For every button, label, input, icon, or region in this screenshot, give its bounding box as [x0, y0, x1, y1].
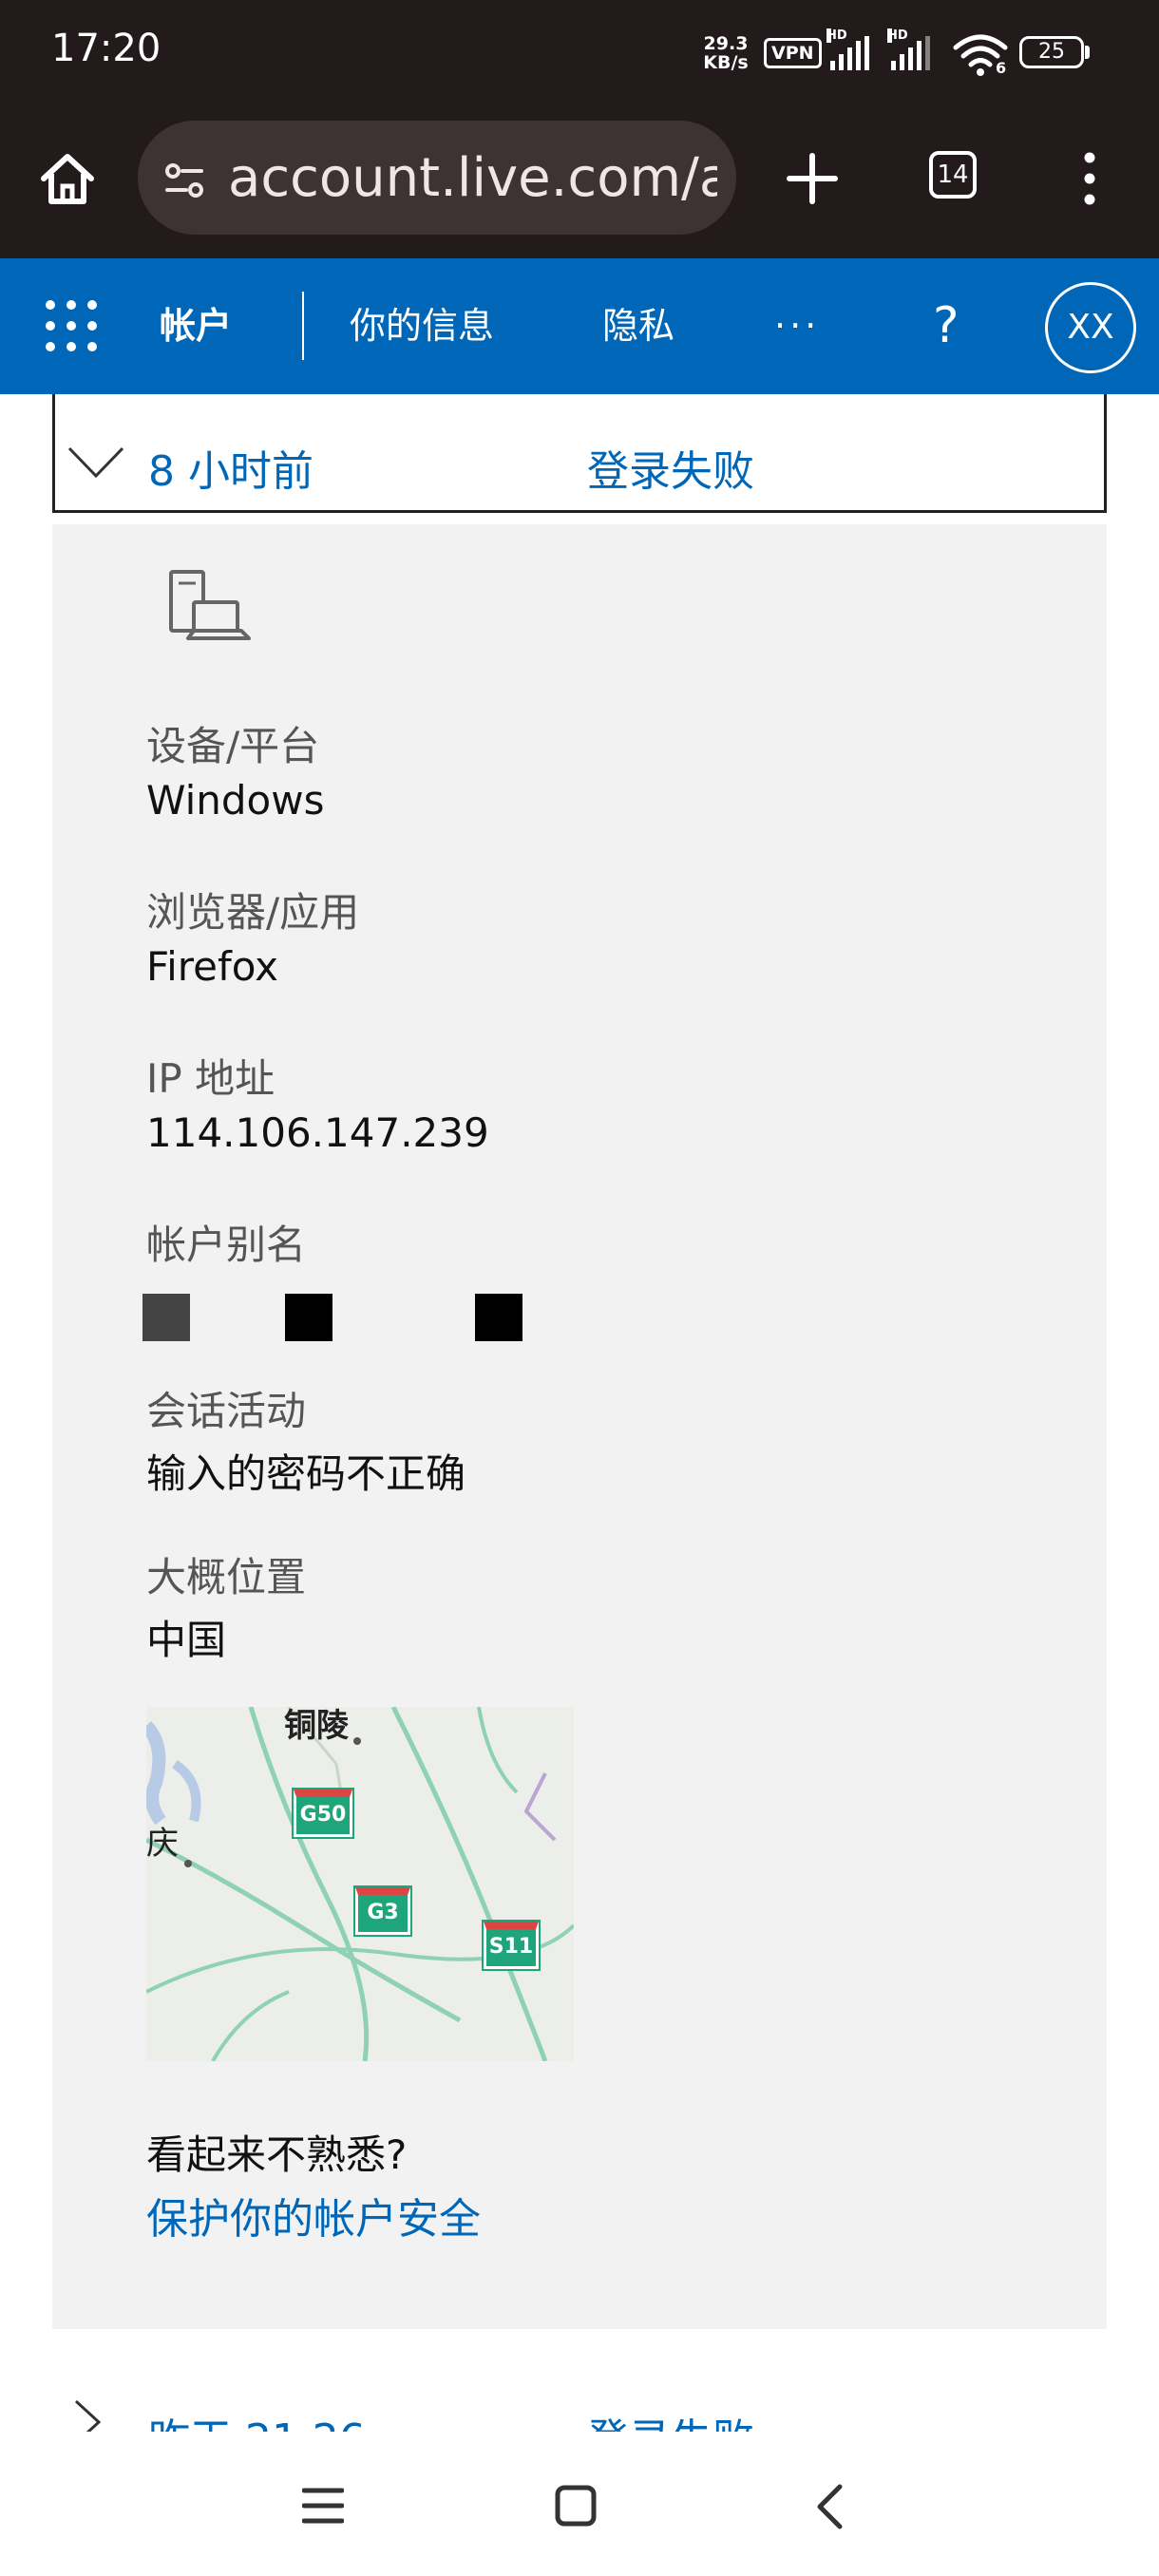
- tune-icon[interactable]: [163, 160, 205, 201]
- secure-account-link[interactable]: 保护你的帐户安全: [146, 2185, 481, 2245]
- hd-label-1: HD: [826, 28, 847, 43]
- back-icon[interactable]: [815, 2483, 844, 2530]
- url-text[interactable]: account.live.com/activity: [228, 142, 717, 215]
- vpn-badge: VPN: [764, 38, 822, 68]
- location-map[interactable]: 铜陵 庆 G50 G3 S11: [146, 1707, 574, 2061]
- chevron-down-icon[interactable]: [66, 445, 125, 481]
- nav-your-info[interactable]: 你的信息: [350, 258, 494, 394]
- wifi-icon: 6: [952, 32, 1009, 78]
- unfamiliar-prompt: 看起来不熟悉?: [146, 2131, 408, 2178]
- recents-menu-icon[interactable]: [301, 2487, 345, 2525]
- help-button[interactable]: ?: [933, 258, 960, 394]
- map-place-tongling: 铜陵: [284, 1707, 349, 1745]
- nav-privacy[interactable]: 隐私: [602, 258, 674, 394]
- network-speed-value: 29.3: [703, 33, 749, 54]
- map-place-left: 庆: [146, 1825, 179, 1863]
- app-launcher-icon[interactable]: [42, 296, 101, 355]
- browser-app-value: Firefox: [146, 943, 279, 990]
- avatar[interactable]: XX: [1045, 282, 1136, 373]
- ip-address-label: IP 地址: [146, 1055, 276, 1102]
- session-activity-value: 输入的密码不正确: [146, 1450, 466, 1497]
- activity-time[interactable]: 8 小时前: [148, 437, 314, 498]
- alias-redaction-2: [285, 1294, 332, 1341]
- network-speed-unit: KB/s: [703, 52, 749, 73]
- battery-tip: [1085, 46, 1090, 59]
- cell-signal-2-icon: HD: [887, 28, 930, 70]
- ip-address-value: 114.106.147.239: [146, 1109, 489, 1156]
- device-platform-label: 设备/平台: [146, 723, 320, 769]
- browser-app-label: 浏览器/应用: [146, 889, 360, 936]
- activity-row-collapsed[interactable]: 昨天 21:26 登录失败: [0, 2375, 1159, 2432]
- approx-location-label: 大概位置: [146, 1554, 307, 1601]
- alias-redaction-1: [142, 1294, 190, 1341]
- network-speed: 29.3 KB/s: [701, 34, 750, 72]
- tab-switcher-button[interactable]: 14: [929, 151, 977, 199]
- cell-signal-1-icon: HD: [826, 28, 869, 70]
- kebab-icon[interactable]: [1079, 148, 1100, 209]
- battery-icon: 25: [1019, 36, 1084, 68]
- hd-label-2: HD: [887, 28, 908, 43]
- nav-divider: [302, 292, 304, 360]
- status-clock: 17:20: [51, 27, 162, 70]
- activity-time-next[interactable]: 昨天 21:26: [148, 2405, 366, 2432]
- device-icon: [165, 568, 253, 646]
- session-activity-label: 会话活动: [146, 1388, 307, 1434]
- account-alias-label: 帐户别名: [146, 1222, 307, 1268]
- alias-redaction-3: [475, 1294, 522, 1341]
- nav-more-button[interactable]: ···: [774, 258, 820, 394]
- map-road-g3: G3: [353, 1885, 412, 1937]
- wifi-index: 6: [996, 59, 1007, 77]
- nav-account[interactable]: 帐户: [160, 258, 232, 394]
- approx-location-value: 中国: [146, 1617, 227, 1663]
- map-road-s11: S11: [482, 1920, 541, 1971]
- home-square-icon[interactable]: [555, 2485, 597, 2527]
- activity-status[interactable]: 登录失败: [587, 437, 754, 498]
- home-icon[interactable]: [36, 148, 99, 211]
- plus-icon[interactable]: [784, 150, 841, 207]
- chevron-right-icon[interactable]: [72, 2397, 104, 2432]
- map-road-g50: G50: [292, 1788, 354, 1839]
- screen: 17:20 29.3 KB/s VPN HD HD 6 25 account.l…: [0, 0, 1159, 2576]
- activity-status-next[interactable]: 登录失败: [587, 2405, 754, 2432]
- device-platform-value: Windows: [146, 777, 325, 824]
